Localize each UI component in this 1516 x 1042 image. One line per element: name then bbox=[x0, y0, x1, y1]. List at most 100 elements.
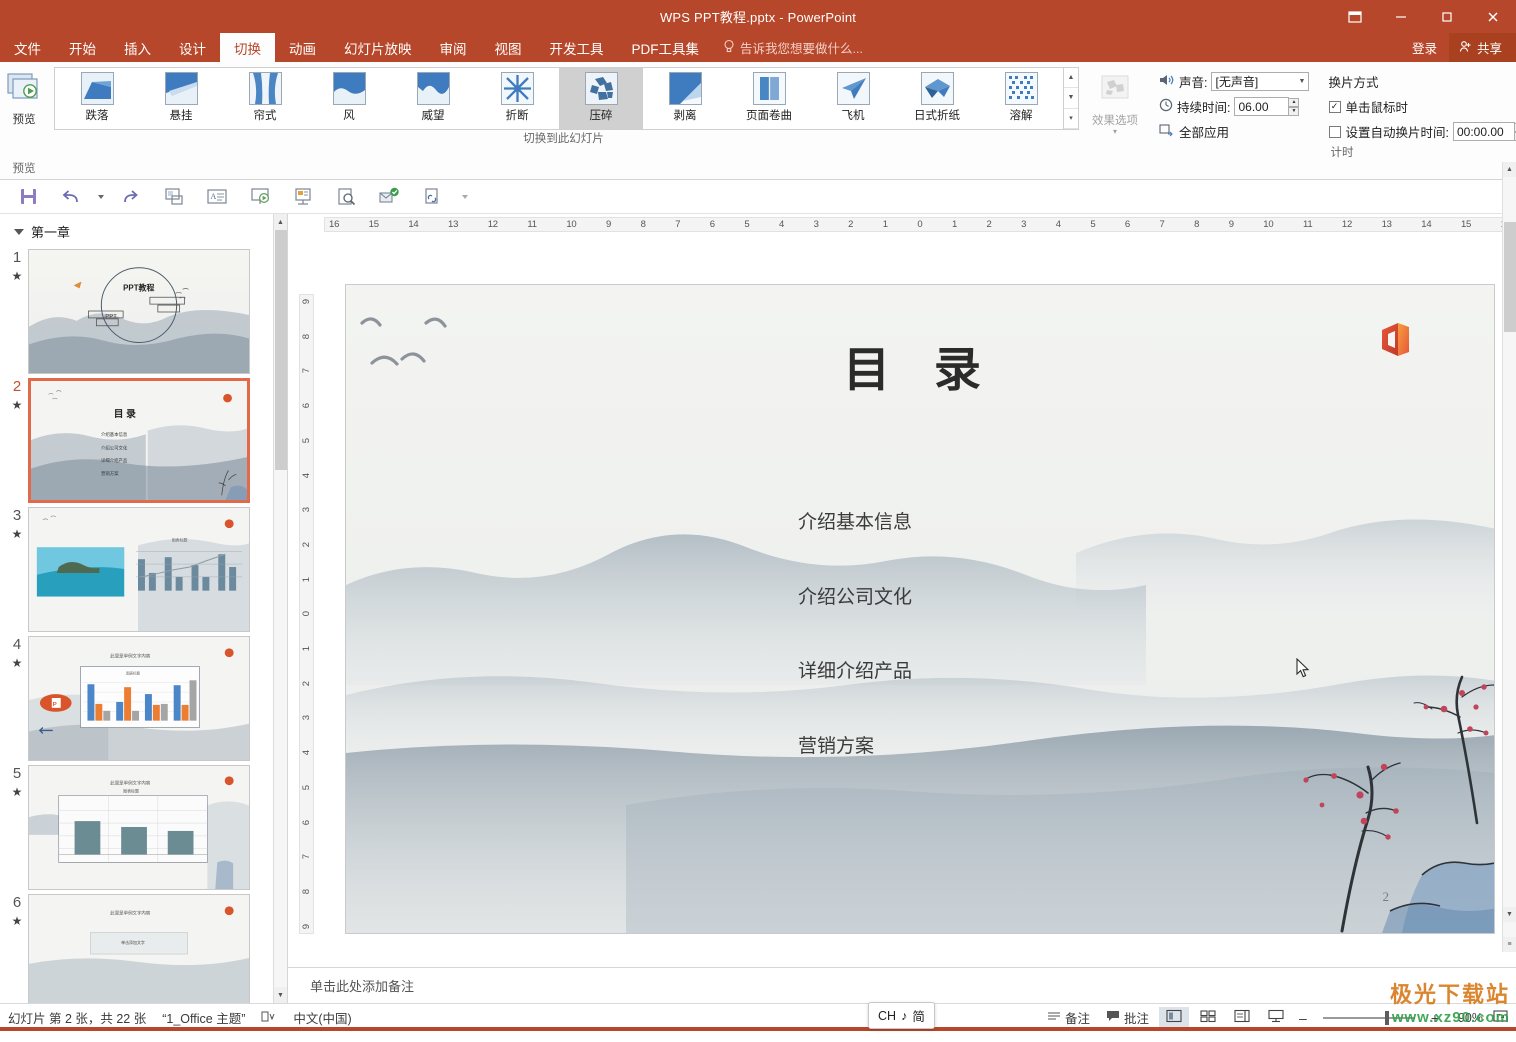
thumbnail-image[interactable]: 此里是单例文字内容 图表标题 P bbox=[28, 636, 250, 761]
thumbnail-scrollbar[interactable]: ▲ ▼ bbox=[273, 214, 287, 1003]
tab-slideshow[interactable]: 幻灯片放映 bbox=[330, 33, 426, 62]
transition-item-dissolve[interactable]: 溶解 bbox=[979, 68, 1063, 129]
thumbnail-slide-6[interactable]: 6 ★ 此里是单例文字内容 单击添加文字 bbox=[6, 894, 287, 1003]
print-preview-icon[interactable] bbox=[326, 183, 366, 211]
maximize-button[interactable] bbox=[1424, 0, 1470, 33]
slide-title[interactable]: 目 录 bbox=[346, 331, 1494, 400]
normal-view-button[interactable] bbox=[1159, 1006, 1190, 1029]
auto-advance-row[interactable]: 设置自动换片时间: 00:00.00 ▲▼ bbox=[1328, 119, 1516, 144]
effect-options-button[interactable]: 效果选项 ▾ bbox=[1079, 68, 1151, 136]
tab-home[interactable]: 开始 bbox=[55, 33, 110, 62]
minimize-button[interactable] bbox=[1378, 0, 1424, 33]
save-icon[interactable] bbox=[8, 183, 48, 211]
transition-star-icon[interactable]: ★ bbox=[6, 269, 28, 283]
duration-stepper[interactable]: ▲ ▼ bbox=[1288, 97, 1300, 116]
tab-insert[interactable]: 插入 bbox=[110, 33, 165, 62]
gallery-scroll-up-button[interactable]: ▲ bbox=[1064, 68, 1078, 89]
vertical-ruler[interactable]: 9 8 7 6 5 4 3 2 1 0 1 2 3 4 5 6 7 8 9 bbox=[288, 234, 324, 967]
fit-to-window-icon[interactable] bbox=[1487, 1009, 1508, 1026]
current-slide[interactable]: 目 录 介绍基本信息 介绍公司文化 详细介绍产品 营销方案 2 bbox=[345, 284, 1495, 934]
auto-advance-checkbox[interactable] bbox=[1328, 125, 1341, 138]
language-label[interactable]: 中文(中国) bbox=[293, 1008, 351, 1027]
ribbon-display-options-icon[interactable] bbox=[1332, 0, 1378, 33]
transition-item-peel-off[interactable]: 剥离 bbox=[643, 68, 727, 129]
preview-button[interactable]: 预览 bbox=[0, 68, 48, 127]
zoom-level-label[interactable]: 90% bbox=[1447, 1011, 1483, 1025]
thumbnail-image[interactable]: PPT教程 ·PPT bbox=[28, 249, 250, 374]
tell-me-search[interactable]: 告诉我您想要做什么... bbox=[713, 33, 863, 62]
transition-star-icon[interactable]: ★ bbox=[6, 398, 28, 412]
transition-star-icon[interactable]: ★ bbox=[6, 527, 28, 541]
collapse-triangle-icon[interactable] bbox=[14, 228, 24, 235]
scrollbar-thumb[interactable] bbox=[275, 230, 287, 470]
thumbnail-slide-3[interactable]: 3 ★ 图表标题 bbox=[6, 507, 287, 632]
thumbnail-image[interactable]: 此里是单例文字内容 单击添加文字 bbox=[28, 894, 250, 1003]
on-mouse-click-checkbox[interactable]: ✓ bbox=[1328, 100, 1341, 113]
next-slide-icon[interactable]: ≡ bbox=[1503, 937, 1516, 952]
transition-item-fall[interactable]: 跌落 bbox=[55, 68, 139, 129]
theme-label[interactable]: “1_Office 主题” bbox=[162, 1008, 245, 1027]
tab-review[interactable]: 审阅 bbox=[426, 33, 481, 62]
toc-item-4[interactable]: 营销方案 bbox=[798, 731, 874, 758]
tab-developer[interactable]: 开发工具 bbox=[536, 33, 618, 62]
transition-item-crush[interactable]: 压碎 bbox=[559, 68, 643, 129]
share-button[interactable]: 共享 bbox=[1448, 33, 1516, 62]
horizontal-ruler[interactable]: 16 15 14 13 12 11 10 9 8 7 6 5 4 3 2 1 0… bbox=[288, 214, 1516, 234]
tab-view[interactable]: 视图 bbox=[481, 33, 536, 62]
spellcheck-icon[interactable] bbox=[261, 1010, 277, 1026]
scrollbar-thumb[interactable] bbox=[1504, 222, 1516, 332]
stepper-up-icon[interactable]: ▲ bbox=[1288, 97, 1300, 107]
notes-button[interactable]: 备注 bbox=[1041, 1006, 1096, 1029]
hyperlink-icon[interactable] bbox=[412, 183, 452, 211]
notes-pane[interactable]: 单击此处添加备注 bbox=[288, 967, 1516, 1003]
transition-item-wind[interactable]: 风 bbox=[307, 68, 391, 129]
transition-item-origami[interactable]: 日式折纸 bbox=[895, 68, 979, 129]
sound-select[interactable]: [无声音] ▼ bbox=[1211, 72, 1310, 91]
zoom-slider-handle[interactable] bbox=[1384, 1010, 1389, 1025]
zoom-in-button[interactable]: + bbox=[1427, 1010, 1443, 1026]
section-header[interactable]: 第一章 bbox=[0, 214, 287, 245]
transition-item-hang[interactable]: 悬挂 bbox=[139, 68, 223, 129]
thumbnail-slide-5[interactable]: 5 ★ 此里是单例文字内容 图表标题 bbox=[6, 765, 287, 890]
transition-star-icon[interactable]: ★ bbox=[6, 914, 28, 928]
tab-transitions[interactable]: 切换 bbox=[220, 33, 275, 62]
transition-item-curtain[interactable]: 帘式 bbox=[223, 68, 307, 129]
on-mouse-click-row[interactable]: ✓ 单击鼠标时 bbox=[1328, 94, 1516, 119]
text-box-icon[interactable]: A bbox=[197, 183, 237, 211]
thumbnail-image[interactable]: 图表标题 bbox=[28, 507, 250, 632]
transition-star-icon[interactable]: ★ bbox=[6, 656, 28, 670]
thumbnail-slide-4[interactable]: 4 ★ 此里是单例文字内容 图表标题 P bbox=[6, 636, 287, 761]
thumbnail-image[interactable]: 目 录 介绍基本信息 介绍公司文化 详细介绍产品 营销方案 bbox=[28, 378, 250, 503]
transition-star-icon[interactable]: ★ bbox=[6, 785, 28, 799]
tab-file[interactable]: 文件 bbox=[0, 33, 55, 62]
gallery-scroll-down-button[interactable]: ▼ bbox=[1064, 88, 1078, 109]
thumbnail-slide-2[interactable]: 2 ★ 目 录 介绍基本信息 介绍公司文化 详细介绍产品 营销方案 bbox=[6, 378, 287, 503]
gallery-scrollbar[interactable]: ▲ ▼ ▾ bbox=[1063, 68, 1078, 129]
new-slide-icon[interactable] bbox=[283, 183, 323, 211]
zoom-slider[interactable] bbox=[1322, 1010, 1415, 1025]
tab-design[interactable]: 设计 bbox=[165, 33, 220, 62]
undo-icon[interactable] bbox=[51, 183, 91, 211]
transition-item-prestige[interactable]: 威望 bbox=[391, 68, 475, 129]
reading-view-button[interactable] bbox=[1227, 1007, 1257, 1029]
scroll-down-icon[interactable]: ▼ bbox=[1503, 907, 1516, 922]
slide-thumbnail-panel[interactable]: 第一章 1 ★ PPT教程 ·PPT 2 ★ 目 录 介绍基本信息 介绍公司文化… bbox=[0, 214, 288, 1003]
thumbnail-slide-1[interactable]: 1 ★ PPT教程 ·PPT bbox=[6, 249, 287, 374]
scroll-down-icon[interactable]: ▼ bbox=[274, 987, 287, 1003]
thumbnail-image[interactable]: 此里是单例文字内容 图表标题 bbox=[28, 765, 250, 890]
slide-count-label[interactable]: 幻灯片 第 2 张，共 22 张 bbox=[8, 1008, 146, 1027]
comments-button[interactable]: 批注 bbox=[1100, 1006, 1155, 1029]
email-icon[interactable] bbox=[369, 183, 409, 211]
slide-sorter-button[interactable] bbox=[1193, 1007, 1223, 1029]
transition-item-fracture[interactable]: 折断 bbox=[475, 68, 559, 129]
start-slideshow-icon[interactable] bbox=[240, 183, 280, 211]
tab-animations[interactable]: 动画 bbox=[275, 33, 330, 62]
toc-item-2[interactable]: 介绍公司文化 bbox=[798, 582, 912, 609]
start-from-current-icon[interactable] bbox=[154, 183, 194, 211]
scroll-up-icon[interactable]: ▲ bbox=[1503, 162, 1516, 177]
toc-item-3[interactable]: 详细介绍产品 bbox=[798, 656, 912, 683]
close-button[interactable] bbox=[1470, 0, 1516, 33]
toc-item-1[interactable]: 介绍基本信息 bbox=[798, 507, 912, 534]
ime-indicator[interactable]: CH ♪ 简 bbox=[868, 1002, 935, 1029]
qat-more-icon[interactable] bbox=[455, 183, 475, 211]
